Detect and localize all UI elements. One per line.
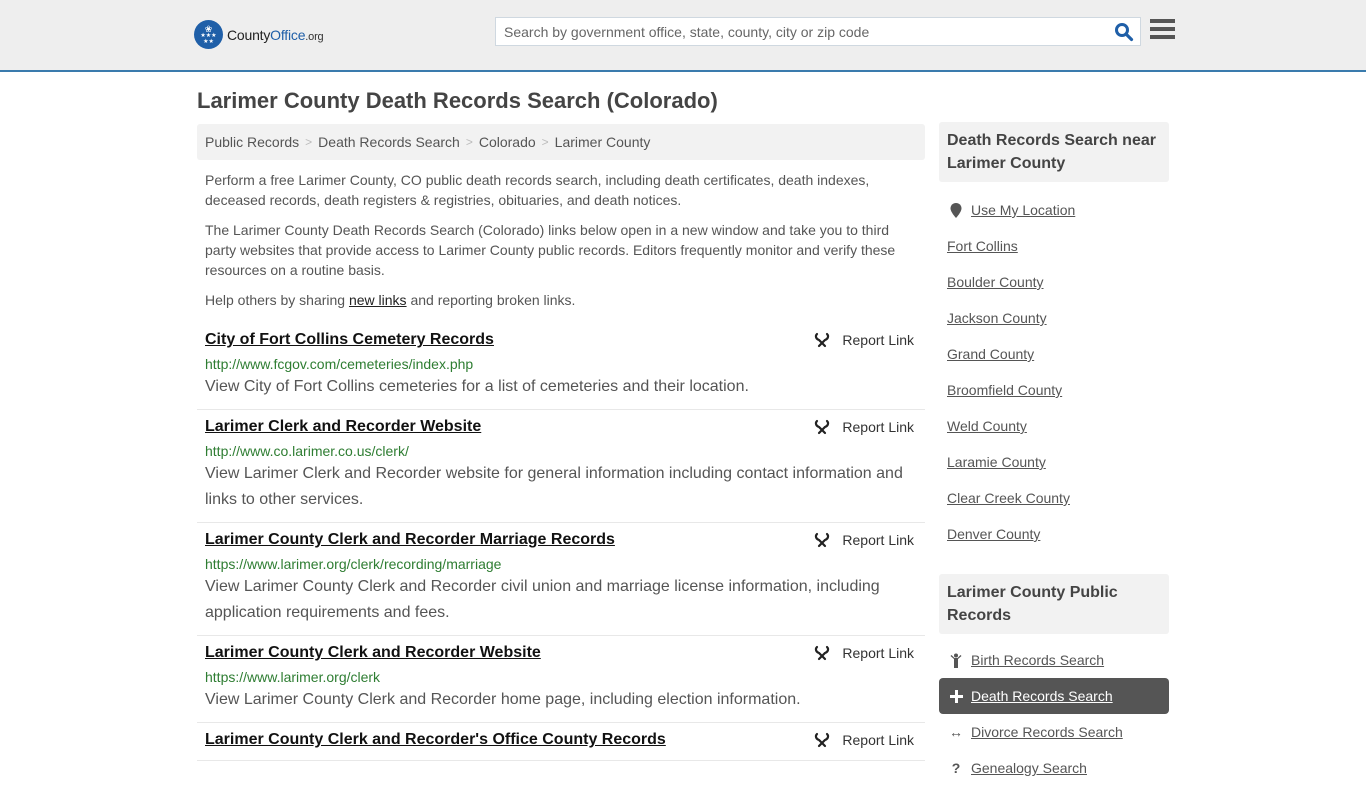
nearby-item: Broomfield County (947, 372, 1161, 408)
nearby-link-clear-creek-county[interactable]: Clear Creek County (947, 490, 1070, 506)
result-title-link[interactable]: Larimer County Clerk and Recorder Websit… (205, 642, 541, 664)
result-description: View Larimer County Clerk and Recorder h… (205, 691, 801, 708)
intro-paragraph-3: Help others by sharing new links and rep… (205, 292, 576, 308)
nearby-link-broomfield-county[interactable]: Broomfield County (947, 382, 1062, 398)
nearby-item: Clear Creek County (947, 480, 1161, 516)
hamburger-menu-icon[interactable] (1150, 19, 1175, 41)
result-title-link[interactable]: Larimer Clerk and Recorder Website (205, 416, 481, 438)
logo-text: CountyOffice.org (227, 26, 324, 43)
nearby-link-fort-collins[interactable]: Fort Collins (947, 238, 1018, 254)
report-link-button[interactable]: Report Link (814, 732, 914, 748)
breadcrumb-separator: > (305, 135, 313, 149)
result-title-link[interactable]: Larimer County Clerk and Recorder's Offi… (205, 729, 666, 751)
nearby-link-jackson-county[interactable]: Jackson County (947, 310, 1047, 326)
breadcrumb-public-records[interactable]: Public Records (205, 134, 299, 150)
divorce-records-link[interactable]: Divorce Records Search (971, 724, 1123, 740)
nearby-link-laramie-county[interactable]: Laramie County (947, 454, 1046, 470)
death-records-link[interactable]: Death Records Search (971, 688, 1113, 704)
nearby-item: Fort Collins (947, 228, 1161, 264)
eagle-stars-icon: ❀ ★★★ ★★ (194, 20, 223, 49)
nearby-item: Denver County (947, 516, 1161, 552)
nearby-link-grand-county[interactable]: Grand County (947, 346, 1034, 362)
search-input[interactable] (496, 18, 1106, 45)
report-link-button[interactable]: Report Link (814, 645, 914, 661)
result-url: https://www.larimer.org/clerk/recording/… (205, 556, 502, 572)
report-link-button[interactable]: Report Link (814, 419, 914, 435)
breadcrumb-colorado[interactable]: Colorado (479, 134, 536, 150)
question-icon: ? (951, 760, 961, 776)
result-description: View City of Fort Collins cemeteries for… (205, 378, 749, 395)
result-description: View Larimer County Clerk and Recorder c… (205, 578, 880, 621)
nearby-link-boulder-county[interactable]: Boulder County (947, 274, 1044, 290)
nearby-link-weld-county[interactable]: Weld County (947, 418, 1027, 434)
broken-link-icon (815, 532, 830, 548)
site-logo[interactable]: ❀ ★★★ ★★ CountyOffice.org (194, 20, 324, 49)
result-item: City of Fort Collins Cemetery Records Re… (197, 323, 925, 410)
public-records-heading: Larimer County Public Records (939, 574, 1169, 634)
result-item: Larimer County Clerk and Recorder Marria… (197, 523, 925, 636)
result-url: https://www.larimer.org/clerk (205, 669, 381, 685)
broken-link-icon (815, 645, 830, 661)
breadcrumb: Public Records > Death Records Search > … (197, 124, 925, 160)
result-item: Larimer Clerk and Recorder Website Repor… (197, 410, 925, 523)
child-icon (947, 653, 965, 668)
report-link-button[interactable]: Report Link (814, 332, 914, 348)
public-record-item-divorce[interactable]: ↔ Divorce Records Search (939, 714, 1169, 750)
site-header: ❀ ★★★ ★★ CountyOffice.org (0, 0, 1366, 72)
result-description: View Larimer Clerk and Recorder website … (205, 465, 903, 508)
search-bar (495, 17, 1141, 46)
intro-paragraph-2: The Larimer County Death Records Search … (205, 222, 896, 278)
results-list: City of Fort Collins Cemetery Records Re… (197, 323, 925, 761)
breadcrumb-larimer-county[interactable]: Larimer County (555, 134, 651, 150)
intro-paragraph-1: Perform a free Larimer County, CO public… (205, 172, 870, 208)
new-links-link[interactable]: new links (349, 292, 407, 308)
nearby-item: Grand County (947, 336, 1161, 372)
broken-link-icon (815, 419, 830, 435)
nearby-heading: Death Records Search near Larimer County (939, 122, 1169, 182)
public-record-item-death[interactable]: Death Records Search (939, 678, 1169, 714)
nearby-item: Boulder County (947, 264, 1161, 300)
breadcrumb-death-records-search[interactable]: Death Records Search (318, 134, 460, 150)
public-record-item-birth[interactable]: Birth Records Search (939, 642, 1169, 678)
result-item: Larimer County Clerk and Recorder's Offi… (197, 723, 925, 761)
birth-records-link[interactable]: Birth Records Search (971, 652, 1104, 668)
broken-link-icon (815, 332, 830, 348)
result-url: http://www.co.larimer.co.us/clerk/ (205, 443, 409, 459)
search-icon (1115, 23, 1134, 42)
result-url: http://www.fcgov.com/cemeteries/index.ph… (205, 356, 474, 372)
broken-link-icon (815, 732, 830, 748)
use-my-location-link[interactable]: Use My Location (971, 202, 1075, 218)
nearby-link-denver-county[interactable]: Denver County (947, 526, 1040, 542)
nearby-list: Use My Location Fort Collins Boulder Cou… (939, 182, 1169, 552)
breadcrumb-separator: > (465, 135, 473, 149)
plus-icon (947, 689, 965, 703)
sidebar: Death Records Search near Larimer County… (939, 122, 1169, 786)
nearby-item: Jackson County (947, 300, 1161, 336)
map-marker-icon (947, 202, 965, 218)
page-title: Larimer County Death Records Search (Col… (197, 88, 718, 113)
breadcrumb-separator: > (541, 135, 549, 149)
public-records-group: Larimer County Public Records Birth Reco… (939, 574, 1169, 786)
result-title-link[interactable]: Larimer County Clerk and Recorder Marria… (205, 529, 615, 551)
search-button[interactable] (1114, 22, 1134, 42)
result-item: Larimer County Clerk and Recorder Websit… (197, 636, 925, 723)
result-title-link[interactable]: City of Fort Collins Cemetery Records (205, 329, 494, 351)
intro-text: Perform a free Larimer County, CO public… (205, 170, 920, 320)
report-link-button[interactable]: Report Link (814, 532, 914, 548)
nearby-item: Weld County (947, 408, 1161, 444)
public-record-item-genealogy[interactable]: ? Genealogy Search (939, 750, 1169, 786)
genealogy-search-link[interactable]: Genealogy Search (971, 760, 1087, 776)
arrows-horizontal-icon: ↔ (949, 724, 963, 740)
use-my-location[interactable]: Use My Location (947, 192, 1161, 228)
public-records-list: Birth Records Search Death Records Searc… (939, 634, 1169, 786)
nearby-item: Laramie County (947, 444, 1161, 480)
